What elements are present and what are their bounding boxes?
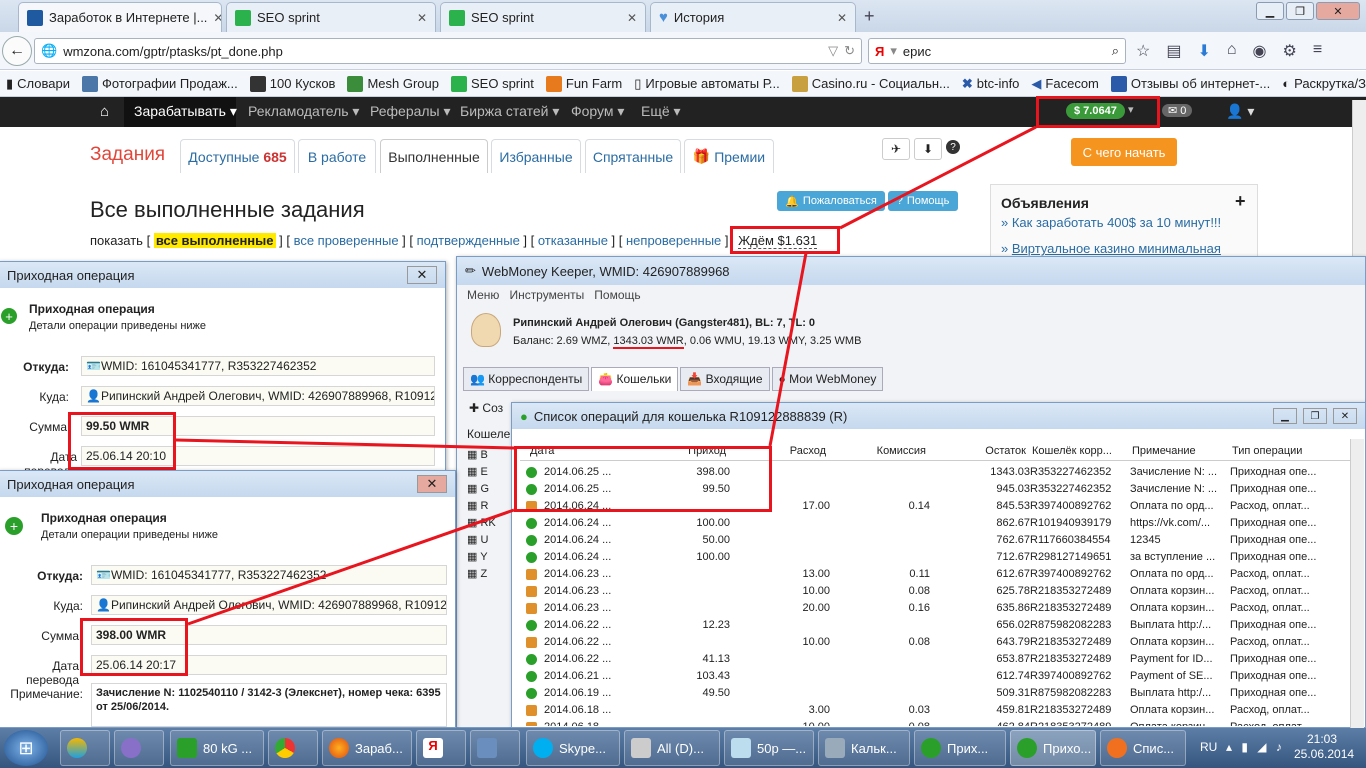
firefox-icon bbox=[329, 738, 349, 758]
taskbar-item[interactable]: Я bbox=[416, 730, 466, 766]
taskbar-item[interactable]: Прих... bbox=[914, 730, 1006, 766]
skype-icon bbox=[533, 738, 553, 758]
app-icon bbox=[121, 738, 141, 758]
wm-icon bbox=[1107, 738, 1127, 758]
taskbar-item[interactable]: Зараб... bbox=[322, 730, 412, 766]
drive-icon bbox=[631, 738, 651, 758]
taskbar-item[interactable]: Кальк... bbox=[818, 730, 910, 766]
calculator-icon bbox=[825, 738, 845, 758]
taskbar: ⊞ 80 kG ... Зараб... Я Skype... All (D).… bbox=[0, 728, 1366, 768]
lang-indicator[interactable]: RU bbox=[1200, 740, 1217, 754]
taskbar-item[interactable] bbox=[114, 730, 164, 766]
taskbar-item[interactable] bbox=[268, 730, 318, 766]
app-icon bbox=[177, 738, 197, 758]
plus-icon bbox=[1017, 738, 1037, 758]
annotation-line bbox=[768, 252, 808, 447]
annotation-line bbox=[175, 438, 515, 450]
tray-icons[interactable]: ▴ ▮ ◢ ♪ bbox=[1226, 740, 1285, 754]
yandex-icon: Я bbox=[423, 738, 443, 758]
notepad-icon bbox=[731, 738, 751, 758]
annotation-line bbox=[839, 125, 1037, 230]
taskbar-item[interactable]: 80 kG ... bbox=[170, 730, 264, 766]
clock[interactable]: 21:03 25.06.2014 bbox=[1294, 732, 1354, 762]
annotation-line bbox=[187, 508, 515, 626]
taskbar-item[interactable]: All (D)... bbox=[624, 730, 720, 766]
chrome-icon bbox=[275, 738, 295, 758]
taskbar-item[interactable] bbox=[470, 730, 520, 766]
taskbar-item[interactable]: Спис... bbox=[1100, 730, 1186, 766]
start-icon[interactable]: ⊞ bbox=[4, 730, 48, 766]
taskbar-item[interactable]: Skype... bbox=[526, 730, 620, 766]
speaker-icon bbox=[477, 738, 497, 758]
annotation-lines bbox=[175, 125, 1037, 626]
app-icon bbox=[67, 738, 87, 758]
taskbar-item[interactable]: 50р —... bbox=[724, 730, 814, 766]
taskbar-item[interactable]: Прихо... bbox=[1010, 730, 1096, 766]
taskbar-item[interactable] bbox=[60, 730, 110, 766]
plus-icon bbox=[921, 738, 941, 758]
